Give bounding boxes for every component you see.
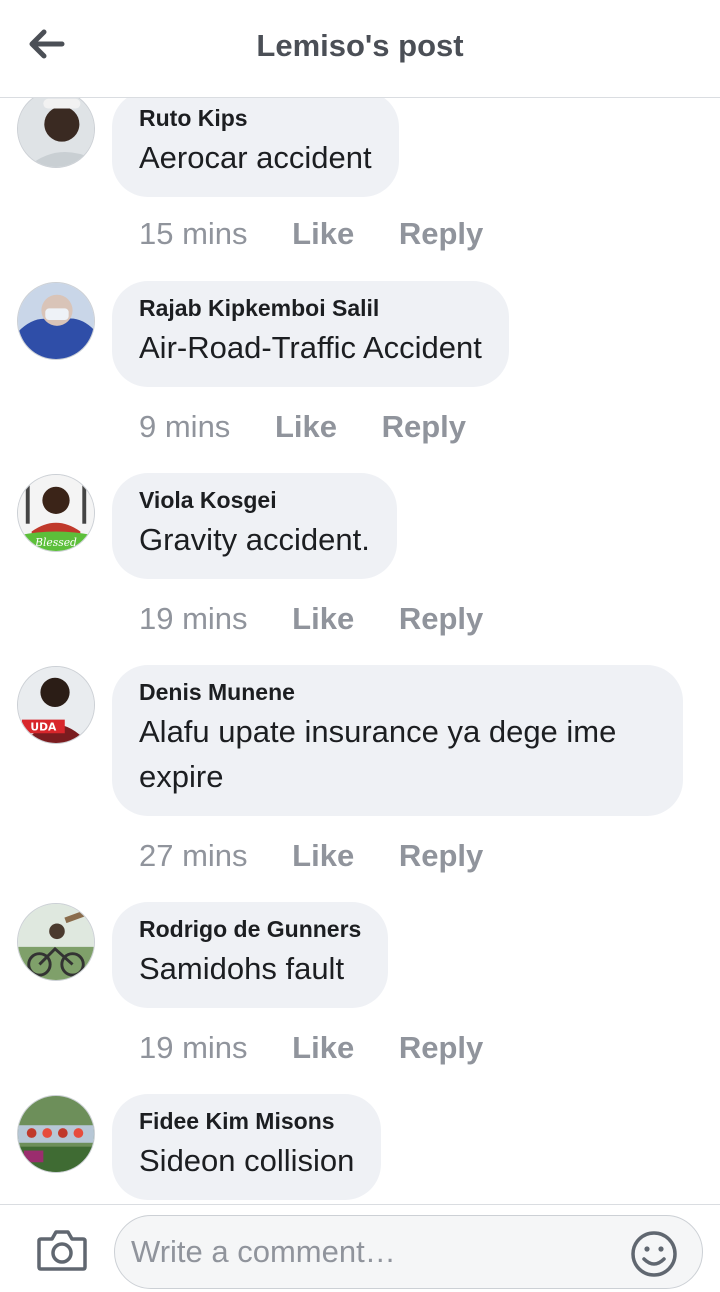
reply-button[interactable]: Reply <box>399 214 483 254</box>
page-title: Lemiso's post <box>256 28 464 63</box>
comment-bubble: Rodrigo de Gunners Samidohs fault <box>112 902 389 1008</box>
comment-bubble: Rajab Kipkemboi Salil Air-Road-Traffic A… <box>112 281 509 387</box>
comment-author[interactable]: Denis Munene <box>139 677 656 707</box>
reply-button[interactable]: Reply <box>399 1028 483 1068</box>
camera-icon <box>37 1230 87 1271</box>
avatar-photo <box>18 97 94 167</box>
comment-input[interactable] <box>114 1215 703 1289</box>
avatar[interactable] <box>17 903 95 981</box>
emoji-button[interactable] <box>629 1229 679 1279</box>
comment-author[interactable]: Viola Kosgei <box>139 485 370 515</box>
comment-text: Alafu upate insurance ya dege ime expire <box>139 714 617 794</box>
avatar-photo <box>18 283 94 359</box>
like-button[interactable]: Like <box>292 599 354 639</box>
comment-actions: 19 mins Like Reply <box>139 599 483 639</box>
comment-author[interactable]: Rajab Kipkemboi Salil <box>139 293 482 323</box>
avatar-photo: Blessed <box>18 475 94 551</box>
svg-text:Blessed: Blessed <box>34 536 77 549</box>
comment-time: 27 mins <box>139 838 248 873</box>
comment-time: 19 mins <box>139 601 248 636</box>
comment-time: 15 mins <box>139 216 248 251</box>
avatar[interactable]: Blessed <box>17 474 95 552</box>
comment-author[interactable]: Ruto Kips <box>139 103 372 133</box>
comment-author[interactable]: Rodrigo de Gunners <box>139 914 361 944</box>
avatar-photo: UDA <box>18 667 94 743</box>
comment-actions: 27 mins Like Reply <box>139 836 483 876</box>
avatar[interactable]: UDA <box>17 666 95 744</box>
avatar[interactable] <box>17 282 95 360</box>
comment-text: Gravity accident. <box>139 522 370 557</box>
like-button[interactable]: Like <box>275 407 337 447</box>
comment-author[interactable]: Fidee Kim Misons <box>139 1106 354 1136</box>
comment-text: Sideon collision <box>139 1143 355 1178</box>
comment-actions: 9 mins Like Reply <box>139 407 466 447</box>
comment-list: Ruto Kips Aerocar accident 15 mins Like … <box>0 97 720 1204</box>
comment-actions: 19 mins Like Reply <box>139 1028 483 1068</box>
reply-button[interactable]: Reply <box>399 836 483 876</box>
like-button[interactable]: Like <box>292 1028 354 1068</box>
comment-time: 9 mins <box>139 409 231 444</box>
comment-bubble: Ruto Kips Aerocar accident <box>112 97 399 197</box>
avatar[interactable] <box>17 97 95 168</box>
avatar-photo <box>18 1096 94 1172</box>
comment-text: Aerocar accident <box>139 140 372 175</box>
top-app-bar: Lemiso's post <box>0 0 720 98</box>
avatar-photo <box>18 904 94 980</box>
avatar[interactable] <box>17 1095 95 1173</box>
camera-button[interactable] <box>36 1227 88 1273</box>
comment-bubble: Denis Munene Alafu upate insurance ya de… <box>112 665 683 816</box>
comment-bubble: Fidee Kim Misons Sideon collision <box>112 1094 382 1200</box>
comment-time: 19 mins <box>139 1030 248 1065</box>
comment-actions: 15 mins Like Reply <box>139 214 483 254</box>
svg-text:UDA: UDA <box>30 720 57 733</box>
comment-bubble: Viola Kosgei Gravity accident. <box>112 473 397 579</box>
like-button[interactable]: Like <box>292 214 354 254</box>
reply-button[interactable]: Reply <box>399 599 483 639</box>
reply-button[interactable]: Reply <box>382 407 466 447</box>
comment-composer <box>0 1204 720 1292</box>
comment-text: Air-Road-Traffic Accident <box>139 330 482 365</box>
emoji-icon <box>631 1231 677 1277</box>
comment-text: Samidohs fault <box>139 951 345 986</box>
like-button[interactable]: Like <box>292 836 354 876</box>
